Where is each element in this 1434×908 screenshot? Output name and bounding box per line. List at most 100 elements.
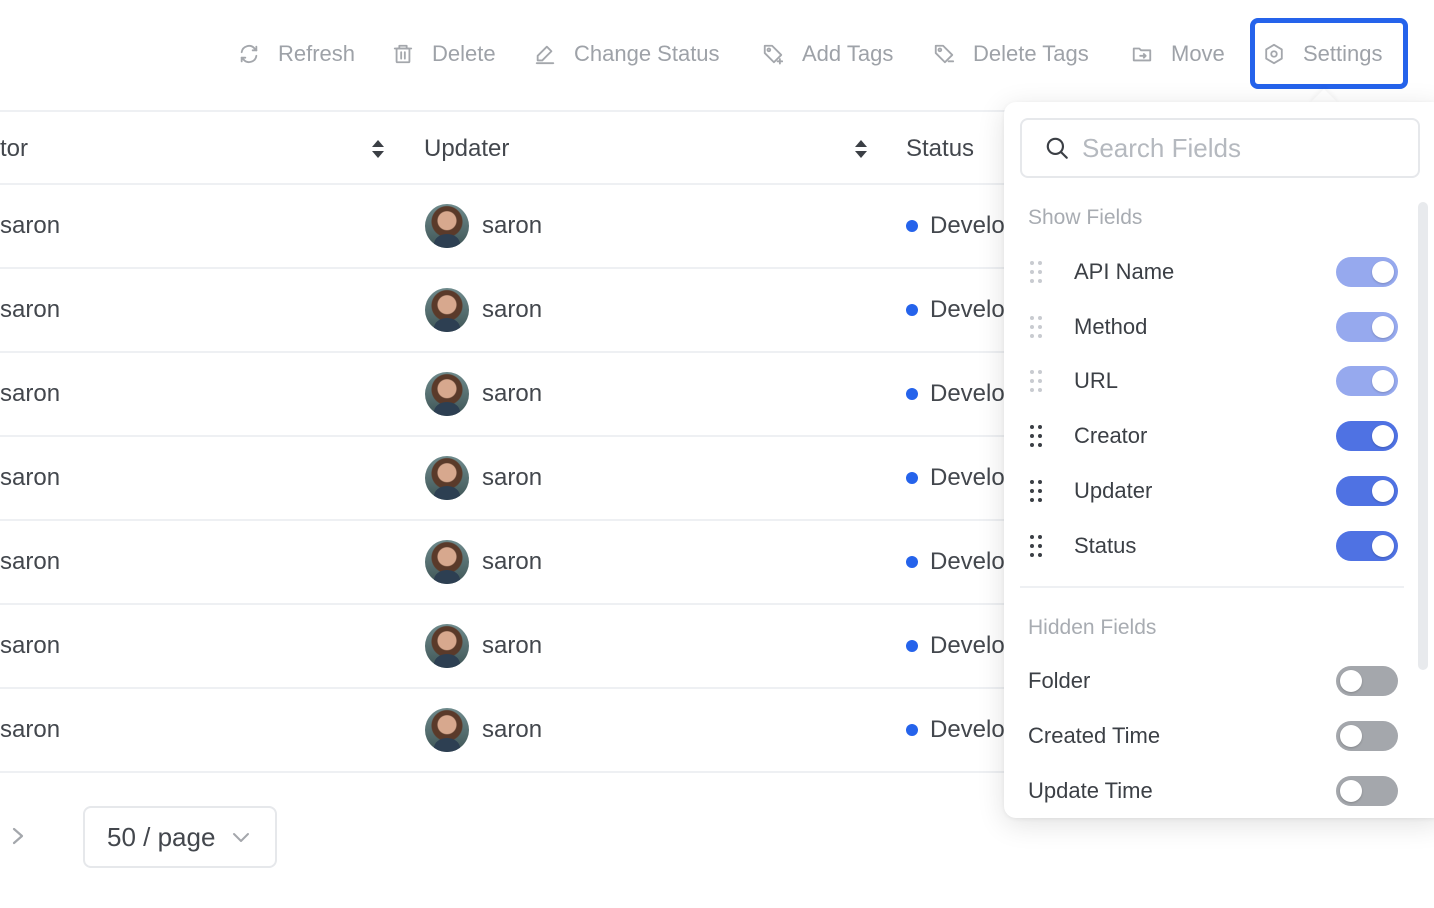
- field-toggle[interactable]: [1336, 366, 1398, 396]
- header-creator[interactable]: tor: [0, 112, 28, 185]
- field-row-status: Status: [1028, 523, 1398, 569]
- status-text: Develo: [930, 464, 1005, 491]
- avatar: [425, 540, 469, 584]
- drag-handle-icon[interactable]: [1028, 368, 1044, 394]
- settings-icon: [1265, 43, 1283, 64]
- edit-icon: [535, 45, 555, 65]
- move-button[interactable]: Move: [1131, 30, 1225, 78]
- page-size-value: 50 / page: [107, 821, 216, 852]
- status-text: Develo: [930, 212, 1005, 239]
- creator-cell: saron: [0, 716, 61, 743]
- updater-cell: saron: [425, 437, 542, 519]
- refresh-button[interactable]: Refresh: [238, 30, 355, 78]
- updater-name: saron: [482, 296, 543, 323]
- updater-name: saron: [482, 716, 543, 743]
- change-status-button[interactable]: Change Status: [534, 30, 720, 78]
- field-settings-popover: Show Fields API Name Method URL Creator …: [1004, 102, 1434, 818]
- updater-name: saron: [482, 380, 543, 407]
- creator-cell: saron: [0, 212, 61, 239]
- updater-cell: saron: [425, 269, 542, 351]
- status-cell: Develo: [906, 689, 1006, 771]
- status-text: Develo: [930, 632, 1005, 659]
- status-cell: Develo: [906, 353, 1006, 435]
- header-status[interactable]: Status: [906, 112, 974, 185]
- page-size-select[interactable]: 50 / page: [83, 806, 277, 868]
- tag-remove-icon: [934, 44, 955, 64]
- updater-name: saron: [482, 632, 543, 659]
- status-dot: [906, 388, 918, 400]
- page: Refresh Delete Change Status Add Tags De…: [0, 0, 1434, 908]
- status-text: Develo: [930, 548, 1005, 575]
- delete-button[interactable]: Delete: [392, 30, 496, 78]
- field-row-created-time: Created Time: [1028, 713, 1398, 759]
- updater-cell: saron: [425, 353, 542, 435]
- creator-cell: saron: [0, 380, 61, 407]
- status-dot: [906, 304, 918, 316]
- creator-cell: saron: [0, 296, 61, 323]
- drag-handle-icon[interactable]: [1028, 423, 1044, 449]
- updater-cell: saron: [425, 521, 542, 603]
- creator-cell: saron: [0, 548, 61, 575]
- drag-handle-icon[interactable]: [1028, 314, 1044, 340]
- status-text: Develo: [930, 716, 1005, 743]
- toggle-knob: [1340, 670, 1362, 692]
- field-row-update-time: Update Time: [1028, 768, 1398, 814]
- add-tags-button[interactable]: Add Tags: [762, 30, 893, 78]
- status-dot: [906, 472, 918, 484]
- updater-name: saron: [482, 212, 543, 239]
- settings-label: Settings: [1303, 40, 1383, 66]
- field-toggle[interactable]: [1336, 531, 1398, 561]
- avatar: [425, 708, 469, 752]
- chevron-right-icon[interactable]: [6, 820, 30, 852]
- field-row-updater: Updater: [1028, 468, 1398, 514]
- search-fields-input[interactable]: [1082, 132, 1402, 164]
- field-toggle[interactable]: [1336, 666, 1398, 696]
- toggle-knob: [1372, 370, 1394, 392]
- delete-tags-button[interactable]: Delete Tags: [933, 30, 1089, 78]
- field-toggle[interactable]: [1336, 776, 1398, 806]
- avatar: [425, 204, 469, 248]
- sort-icon[interactable]: [853, 137, 869, 161]
- status-text: Develo: [930, 380, 1005, 407]
- field-toggle[interactable]: [1336, 312, 1398, 342]
- refresh-label: Refresh: [278, 41, 356, 66]
- status-dot: [906, 640, 918, 652]
- add-tags-label: Add Tags: [802, 41, 894, 66]
- hidden-fields-title: Hidden Fields: [1028, 616, 1157, 639]
- avatar: [425, 372, 469, 416]
- toggle-knob: [1372, 261, 1394, 283]
- updater-cell: saron: [425, 185, 542, 267]
- field-row-api-name: API Name: [1028, 249, 1398, 295]
- sort-icon[interactable]: [370, 137, 386, 161]
- toggle-knob: [1372, 425, 1394, 447]
- status-cell: Develo: [906, 437, 1006, 519]
- creator-cell: saron: [0, 632, 61, 659]
- search-icon: [1046, 137, 1068, 159]
- drag-handle-icon[interactable]: [1028, 533, 1044, 559]
- chevron-down-icon: [233, 833, 250, 842]
- field-row-method: Method: [1028, 304, 1398, 350]
- section-divider: [1020, 586, 1404, 588]
- field-toggle[interactable]: [1336, 476, 1398, 506]
- settings-button[interactable]: Settings: [1250, 18, 1408, 89]
- status-dot: [906, 556, 918, 568]
- popover-scrollbar[interactable]: [1418, 202, 1428, 670]
- toggle-knob: [1372, 480, 1394, 502]
- drag-handle-icon[interactable]: [1028, 478, 1044, 504]
- status-cell: Develo: [906, 521, 1006, 603]
- field-toggle[interactable]: [1336, 257, 1398, 287]
- search-fields-box[interactable]: [1020, 118, 1420, 178]
- field-toggle[interactable]: [1336, 721, 1398, 751]
- status-cell: Develo: [906, 269, 1006, 351]
- field-toggle[interactable]: [1336, 421, 1398, 451]
- field-row-creator: Creator: [1028, 413, 1398, 459]
- avatar: [425, 624, 469, 668]
- tag-add-icon: [763, 44, 784, 65]
- drag-handle-icon[interactable]: [1028, 259, 1044, 285]
- status-cell: Develo: [906, 605, 1006, 687]
- field-row-url: URL: [1028, 358, 1398, 404]
- refresh-icon: [240, 45, 258, 63]
- header-updater[interactable]: Updater: [424, 112, 509, 185]
- toolbar: Refresh Delete Change Status Add Tags De…: [0, 0, 1434, 108]
- avatar: [425, 456, 469, 500]
